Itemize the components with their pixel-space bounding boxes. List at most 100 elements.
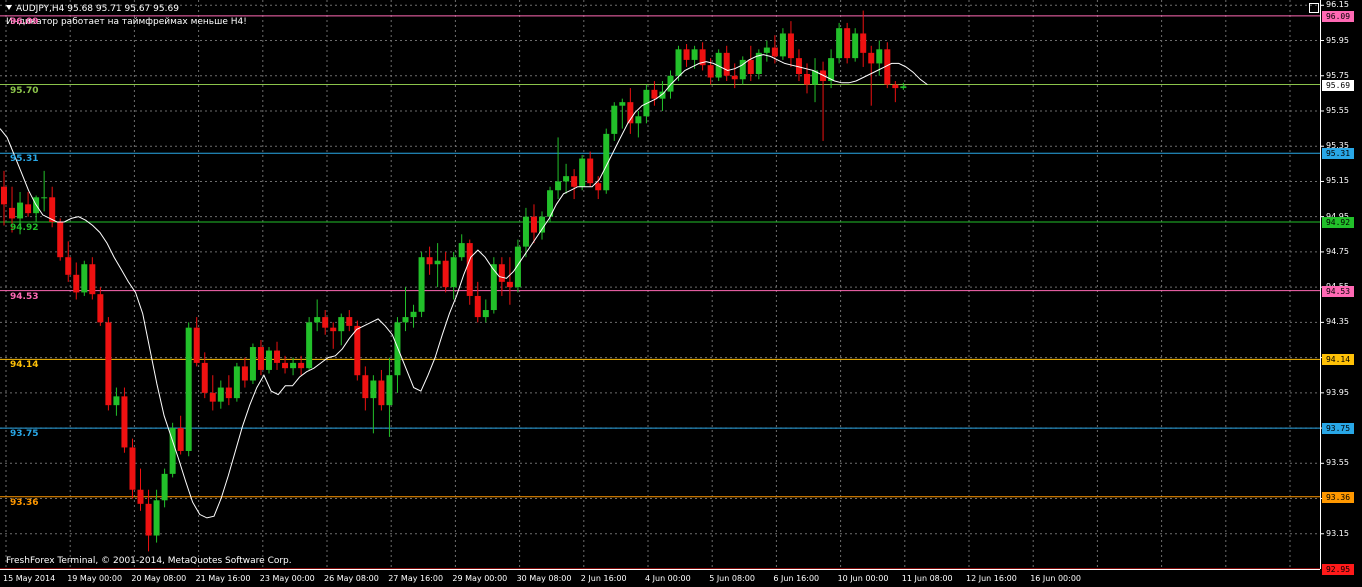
- candle-body: [763, 47, 770, 53]
- candle-body: [1, 186, 7, 205]
- candle-body: [25, 204, 32, 214]
- candle-body: [233, 366, 240, 399]
- level-price-tag: 93.36: [1322, 491, 1354, 503]
- level-label: 94.53: [10, 291, 39, 302]
- level-label: 94.14: [10, 360, 39, 371]
- candle-body: [161, 473, 168, 501]
- level-label: 96.09: [10, 16, 39, 27]
- candle-body: [9, 207, 16, 219]
- time-tick-label: 27 May 16:00: [388, 574, 444, 583]
- candle-body: [651, 89, 658, 99]
- candle-body: [675, 49, 682, 76]
- candle-body: [89, 264, 96, 295]
- dropdown-arrow-icon[interactable]: [6, 5, 12, 10]
- time-tick-label: 11 Jun 08:00: [901, 574, 953, 583]
- time-tick-label: 6 Jun 16:00: [773, 574, 820, 583]
- candle-body: [707, 65, 714, 78]
- candle-body: [338, 317, 345, 332]
- price-tick-label: 93.15: [1326, 528, 1349, 538]
- candle-body: [370, 380, 377, 399]
- time-tick-label: 15 May 2014: [3, 574, 56, 583]
- candle-body: [506, 281, 513, 288]
- price-tick-label: 93.55: [1326, 458, 1349, 468]
- candle-body: [482, 310, 489, 318]
- candle-body: [747, 59, 754, 74]
- candle-body: [852, 33, 859, 59]
- copyright-text: FreshForex Terminal, © 2001-2014, MetaQu…: [6, 556, 292, 566]
- candle-body: [667, 75, 674, 92]
- candle-body: [137, 489, 144, 504]
- candle-body: [490, 264, 497, 311]
- level-price-tag: 96.09: [1322, 10, 1354, 22]
- level-price-tag: 93.75: [1322, 423, 1354, 435]
- candle-body: [466, 243, 473, 296]
- candle-body: [81, 264, 88, 293]
- time-tick-label: 21 May 16:00: [195, 574, 251, 583]
- candle-body: [378, 380, 385, 406]
- candle-body: [587, 158, 594, 184]
- candle-body: [635, 116, 642, 124]
- moving-average-path: [0, 54, 928, 519]
- chart-shift-marker-icon[interactable]: [1309, 3, 1319, 13]
- candle-body: [844, 28, 851, 59]
- candle-body: [892, 84, 899, 89]
- candle-body: [225, 387, 232, 399]
- candle-body: [691, 49, 698, 60]
- level-price-tag: 92.95: [1322, 564, 1354, 575]
- level-price-tag: 94.92: [1322, 216, 1354, 228]
- candle-body: [257, 347, 264, 370]
- candle-body: [418, 257, 425, 312]
- level-price-tag: 95.69: [1322, 79, 1354, 91]
- candle-body: [458, 243, 465, 258]
- candle-body: [836, 28, 843, 59]
- candle-body: [828, 58, 835, 82]
- candle-body: [113, 396, 120, 406]
- candle-body: [787, 33, 794, 59]
- candle-body: [346, 317, 353, 326]
- candle-body: [153, 500, 160, 536]
- candle-body: [201, 362, 208, 393]
- candle-body: [65, 257, 72, 275]
- chart-window[interactable]: AUDJPY,H4 95.68 95.71 95.67 95.69 Индика…: [0, 0, 1362, 587]
- candle-body: [274, 350, 281, 363]
- price-tick-label: 95.95: [1326, 35, 1349, 45]
- candle-body: [571, 176, 578, 187]
- candle-body: [394, 322, 401, 376]
- level-label: 94.92: [10, 222, 39, 233]
- candle-body: [900, 86, 907, 89]
- time-tick-label: 4 Jun 00:00: [645, 574, 691, 583]
- price-chart[interactable]: [0, 0, 1362, 587]
- time-tick-label: 2 Jun 16:00: [580, 574, 627, 583]
- candle-body: [306, 322, 313, 369]
- candle-body: [177, 428, 184, 451]
- candle-body: [185, 327, 192, 451]
- candle-body: [579, 158, 586, 187]
- candle-body: [241, 366, 248, 381]
- candle-body: [402, 317, 409, 323]
- candle-body: [41, 197, 48, 199]
- candle-body: [868, 52, 875, 64]
- candle-body: [362, 375, 369, 399]
- candlesticks: [1, 10, 907, 552]
- candle-body: [265, 350, 272, 370]
- chart-grid: [0, 0, 1320, 569]
- candle-body: [611, 105, 618, 134]
- candle-body: [860, 33, 867, 53]
- candle-body: [249, 347, 256, 381]
- candle-body: [514, 246, 521, 288]
- candle-body: [683, 49, 690, 60]
- price-tick-label: 95.75: [1326, 70, 1349, 80]
- candle-body: [217, 387, 224, 402]
- candle-body: [595, 183, 602, 191]
- candle-body: [386, 375, 393, 406]
- candle-body: [145, 503, 152, 536]
- candle-body: [450, 257, 457, 288]
- candle-body: [322, 317, 329, 328]
- candle-body: [555, 181, 562, 191]
- time-tick-label: 10 Jun 00:00: [837, 574, 889, 583]
- candle-body: [129, 447, 136, 490]
- time-tick-label: 12 Jun 16:00: [966, 574, 1017, 583]
- time-tick-label: 23 May 00:00: [259, 574, 315, 583]
- candle-body: [314, 317, 321, 323]
- symbol-header[interactable]: AUDJPY,H4 95.68 95.71 95.67 95.69: [6, 4, 179, 15]
